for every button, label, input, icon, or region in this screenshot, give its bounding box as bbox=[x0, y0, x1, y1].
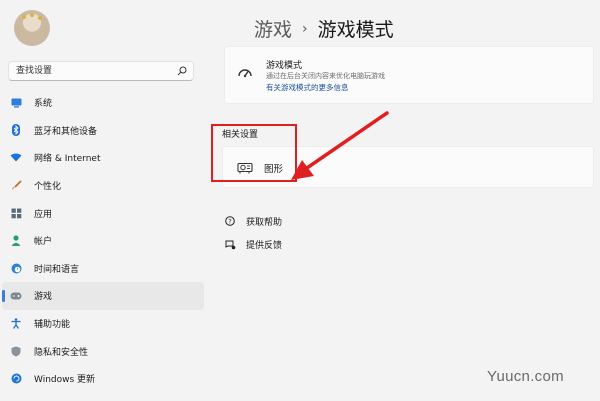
sidebar-item-label: 辅助功能 bbox=[34, 320, 71, 331]
monitor-icon bbox=[10, 97, 22, 109]
game-mode-card[interactable]: 游戏模式 通过在后台关闭内容来优化电脑玩游戏 有关游戏模式的更多信息 bbox=[224, 46, 594, 104]
game-mode-info-link[interactable]: 有关游戏模式的更多信息 bbox=[266, 82, 349, 93]
get-help-label: 获取帮助 bbox=[246, 218, 283, 228]
sidebar-item-label: 时间和语言 bbox=[34, 264, 80, 275]
sidebar-item-bluetooth[interactable]: 蓝牙和其他设备 bbox=[2, 117, 204, 145]
breadcrumb: 游戏 › 游戏模式 bbox=[254, 15, 394, 42]
sidebar-item-label: 蓝牙和其他设备 bbox=[34, 126, 98, 137]
sidebar-item-windows-update[interactable]: Windows 更新 bbox=[2, 365, 204, 393]
sidebar-item-personalization[interactable]: 个性化 bbox=[2, 172, 204, 200]
sidebar-item-label: 网络 & Internet bbox=[34, 154, 101, 165]
gamepad-icon bbox=[10, 290, 22, 302]
feedback-link[interactable]: 提供反馈 bbox=[224, 238, 282, 251]
sidebar-item-privacy[interactable]: 隐私和安全性 bbox=[2, 337, 204, 365]
sidebar-item-gaming[interactable]: 游戏 bbox=[2, 282, 204, 310]
speedometer-icon bbox=[238, 69, 252, 78]
person-icon bbox=[10, 235, 22, 247]
game-mode-description: 通过在后台关闭内容来优化电脑玩游戏 bbox=[266, 72, 385, 80]
help-icon: ? bbox=[224, 216, 236, 228]
sidebar-nav: 系统 蓝牙和其他设备 网络 & Internet 个性化 应用 帐户 时间和语言… bbox=[0, 89, 206, 393]
watermark: Yuucn.com bbox=[487, 368, 564, 385]
search-box[interactable] bbox=[8, 61, 194, 81]
globe-clock-icon bbox=[10, 262, 22, 274]
sidebar-item-time-language[interactable]: 时间和语言 bbox=[2, 255, 204, 283]
apps-icon bbox=[10, 207, 22, 219]
brush-icon bbox=[10, 180, 22, 192]
shield-icon bbox=[10, 345, 22, 357]
search-icon bbox=[177, 66, 187, 76]
bluetooth-icon bbox=[10, 124, 22, 137]
feedback-label: 提供反馈 bbox=[246, 241, 283, 251]
sidebar-item-label: 帐户 bbox=[34, 237, 53, 248]
sidebar-item-network[interactable]: 网络 & Internet bbox=[2, 144, 204, 172]
sidebar-item-label: 应用 bbox=[34, 209, 53, 220]
accessibility-icon bbox=[10, 318, 22, 330]
search-input[interactable] bbox=[9, 62, 166, 80]
sidebar-item-accessibility[interactable]: 辅助功能 bbox=[2, 310, 204, 338]
sidebar-item-label: 系统 bbox=[34, 99, 53, 110]
sidebar-item-label: Windows 更新 bbox=[34, 375, 96, 386]
user-avatar[interactable] bbox=[14, 10, 50, 46]
breadcrumb-parent[interactable]: 游戏 bbox=[254, 15, 292, 42]
sidebar-item-label: 个性化 bbox=[34, 182, 62, 193]
sidebar-item-system[interactable]: 系统 bbox=[2, 89, 204, 117]
page-title: 游戏模式 bbox=[317, 19, 394, 41]
breadcrumb-separator: › bbox=[302, 20, 308, 37]
update-icon bbox=[10, 373, 22, 385]
get-help-link[interactable]: ? 获取帮助 bbox=[224, 215, 282, 228]
sidebar-item-apps[interactable]: 应用 bbox=[2, 199, 204, 227]
game-mode-title: 游戏模式 bbox=[266, 61, 303, 71]
sidebar-item-label: 游戏 bbox=[34, 292, 53, 303]
settings-window: 系统 蓝牙和其他设备 网络 & Internet 个性化 应用 bbox=[0, 0, 600, 401]
sidebar-item-label: 隐私和安全性 bbox=[34, 347, 89, 358]
wifi-icon bbox=[10, 152, 22, 164]
svg-text:?: ? bbox=[228, 218, 231, 226]
annotation-highlight-box bbox=[211, 124, 297, 182]
sidebar-item-accounts[interactable]: 帐户 bbox=[2, 227, 204, 255]
feedback-icon bbox=[224, 239, 236, 251]
